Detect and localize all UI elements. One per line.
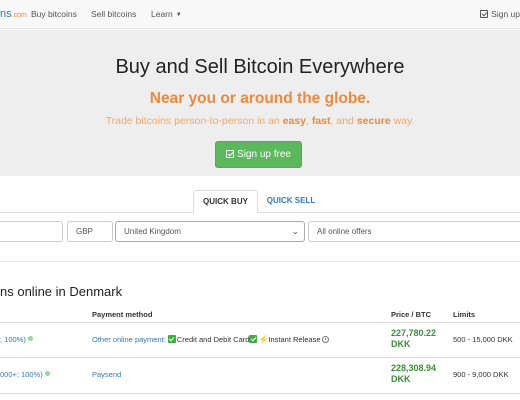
payment-method-link[interactable]: Other online payment: (92, 335, 166, 344)
country-value: United Kingdom (124, 227, 181, 236)
check-icon (249, 335, 258, 343)
clock-icon (321, 336, 329, 343)
table-row-seller[interactable]: ; 100%) (0, 335, 33, 344)
section-title: ns online in Denmark (0, 284, 123, 299)
check-icon (167, 335, 176, 343)
column-header-limits: Limits (453, 310, 476, 319)
hero-banner: Buy and Sell Bitcoin Everywhere Near you… (0, 30, 520, 176)
nav-sell-bitcoins[interactable]: Sell bitcoins (91, 9, 136, 19)
column-header-payment-method: Payment method (92, 310, 153, 319)
currency-select[interactable]: GBP (67, 221, 113, 242)
country-select[interactable]: United Kingdom ⌄ (115, 221, 305, 242)
tab-quick-buy[interactable]: QUICK BUY (193, 190, 258, 213)
offers-select[interactable]: All online offers (308, 221, 520, 242)
amount-input[interactable] (0, 221, 63, 242)
sign-up-free-label: Sign up free (237, 149, 291, 160)
nav-learn-label: Learn (151, 9, 173, 19)
hero-title: Buy and Sell Bitcoin Everywhere (115, 56, 405, 78)
currency-value: GBP (76, 227, 93, 236)
brand-logo[interactable]: ns.com (0, 8, 27, 20)
column-header-price: Price / BTC (391, 310, 432, 319)
offers-value: All online offers (317, 227, 372, 236)
chevron-down-icon: ⌄ (291, 226, 299, 236)
table-row-seller[interactable]: 000+; 100%) (0, 370, 50, 379)
table-row-divider (0, 393, 520, 394)
payment-tag-release: Instant Release (268, 335, 321, 344)
hero-subtitle: Near you or around the globe. (149, 90, 371, 107)
table-row-divider (0, 357, 520, 358)
lightning-icon: ⚡ (258, 335, 269, 344)
top-navbar: ns.com Buy bitcoins Sell bitcoins Learn ▼… (0, 0, 520, 29)
nav-sign-up-label: Sign up (491, 9, 520, 19)
caret-down-icon: ▼ (175, 12, 182, 18)
table-row-limits: 900 - 9,000 DKK (453, 370, 509, 379)
hero-description: Trade bitcoins person-to-person in an ea… (105, 115, 415, 127)
payment-method-link[interactable]: Paysend (92, 370, 121, 379)
table-row-payment[interactable]: Other online payment: Credit and Debit C… (92, 335, 329, 344)
payment-tag-card: Credit and Debit Card (176, 335, 250, 344)
table-row-price: 227,780.22 DKK (391, 328, 437, 349)
nav-learn-dropdown[interactable]: Learn ▼ (151, 9, 182, 19)
check-square-icon (480, 10, 489, 18)
nav-sign-up[interactable]: Sign up (480, 9, 520, 19)
check-square-icon (226, 150, 235, 158)
table-header-divider (0, 322, 520, 323)
section-divider (0, 261, 520, 262)
online-status-icon (27, 336, 33, 341)
nav-buy-bitcoins[interactable]: Buy bitcoins (31, 9, 77, 19)
online-status-icon (44, 371, 50, 376)
table-row-price: 228,308.94 DKK (391, 363, 437, 384)
tab-quick-sell[interactable]: QUICK SELL (258, 190, 324, 213)
table-row-limits: 500 - 15,000 DKK (453, 335, 513, 344)
sign-up-free-button[interactable]: Sign up free (215, 141, 302, 168)
